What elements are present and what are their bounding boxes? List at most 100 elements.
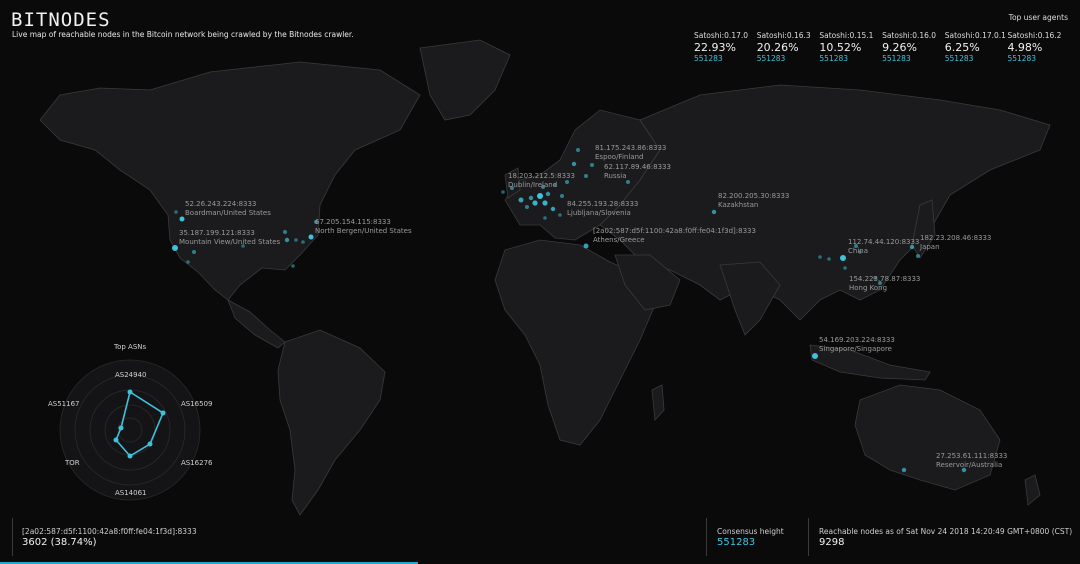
node-dot[interactable] [172,245,178,251]
node-label-dublin[interactable]: 18.203.212.5:8333 Dublin/Ireland [508,172,575,190]
node-dot[interactable] [840,255,846,261]
radar-point [127,453,133,459]
asn-label: AS24940 [115,371,147,379]
node-dot[interactable] [843,266,847,270]
radar-point [147,441,153,447]
bitnodes-logo[interactable]: BITNODES [11,9,111,31]
node-label-place: Dublin/Ireland [508,181,558,189]
node-label-place: North Bergen/United States [315,227,412,235]
node-label-address: [2a02:587:d5f:1100:42a8:f0ff:fe04:1f3d]:… [593,227,756,235]
user-agent-item[interactable]: Satoshi:0.17.0.1 6.25% 551283 [945,31,1008,63]
land-greenland [419,39,511,121]
node-dot[interactable] [174,210,178,214]
asn-label: AS14061 [115,489,147,497]
node-label-russia[interactable]: 62.117.89.46:8333 Russia [604,163,671,181]
node-dot[interactable] [294,238,298,242]
user-agent-percent: 10.52% [819,41,862,54]
node-label-espoo[interactable]: 81.175.243.86:8333 Espoo/Finland [595,144,666,162]
asn-label: AS16276 [181,459,213,467]
node-label-china[interactable]: 112.74.44.120:8333 China [848,238,919,256]
node-label-north-bergen[interactable]: 67.205.154.115:8333 North Bergen/United S… [315,218,412,236]
land-central-america [227,299,286,349]
node-dot[interactable] [583,243,589,249]
node-dot[interactable] [525,205,529,209]
node-label-ljubljana[interactable]: 84.255.193.28:8333 Ljubljana/Slovenia [567,200,638,218]
node-dot[interactable] [558,213,562,217]
radar-point [118,425,124,431]
node-dot[interactable] [827,257,831,261]
user-agent-percent: 20.26% [756,41,799,54]
node-dot[interactable] [571,161,577,167]
node-dot[interactable] [532,200,538,206]
node-dot[interactable] [584,174,588,178]
node-dot[interactable] [283,230,287,234]
node-label-athens[interactable]: [2a02:587:d5f:1100:42a8:f0ff:fe04:1f3d]:… [593,227,756,245]
node-label-hong-kong[interactable]: 154.223.78.87:8333 Hong Kong [849,275,920,293]
node-label-place: Singapore/Singapore [819,345,892,353]
node-label-place: Russia [604,172,627,180]
radar-point [160,410,166,416]
node-dot[interactable] [818,255,822,259]
node-label-place: Japan [920,243,940,251]
node-dot[interactable] [284,237,290,243]
user-agent-height: 551283 [694,54,723,63]
user-agent-item[interactable]: Satoshi:0.15.1 10.52% 551283 [819,31,882,63]
node-dot[interactable] [192,250,196,254]
node-dot[interactable] [542,200,548,206]
user-agent-item[interactable]: Satoshi:0.16.3 20.26% 551283 [757,31,820,63]
node-dot[interactable] [550,206,556,212]
node-dot[interactable] [301,240,305,244]
asn-label: AS16509 [181,400,213,408]
user-agent-item[interactable]: Satoshi:0.17.0 22.93% 551283 [694,31,757,63]
node-dot[interactable] [537,193,543,199]
user-agent-height: 551283 [756,54,786,63]
node-dot[interactable] [812,353,818,359]
node-label-place: China [848,247,868,255]
top-asns-title: Top ASNs [114,343,147,351]
user-agent-name: Satoshi:0.17.0 [694,31,749,40]
land-new-zealand [1024,474,1041,506]
node-dot[interactable] [711,209,717,215]
node-label-address: 67.205.154.115:8333 [315,218,391,226]
node-label-address: 82.200.205.30:8333 [718,192,790,200]
node-label-mountain-view[interactable]: 35.187.199.121:8333 Mountain View/United … [179,229,280,247]
node-label-place: Boardman/United States [185,209,271,217]
user-agent-height: 551283 [944,54,974,63]
node-label-singapore[interactable]: 54.169.203.224:8333 Singapore/Singapore [819,336,895,354]
node-dot[interactable] [186,260,190,264]
node-dot[interactable] [545,191,551,197]
node-dot[interactable] [501,190,505,194]
node-dot[interactable] [528,195,534,201]
asn-label: AS51167 [48,400,80,408]
node-dot[interactable] [291,264,295,268]
reachable-nodes-panel: Reachable nodes as of Sat Nov 24 2018 14… [808,518,1072,556]
node-label-address: 182.23.208.46:8333 [920,234,992,242]
user-agent-item[interactable]: Satoshi:0.16.2 4.98% 551283 [1007,31,1070,63]
node-dot[interactable] [590,163,594,167]
node-label-address: 18.203.212.5:8333 [508,172,575,180]
node-label-place: Reservoir/Australia [936,461,1003,469]
node-label-place: Espoo/Finland [595,153,644,161]
user-agent-name: Satoshi:0.16.2 [1007,31,1062,40]
node-label-japan[interactable]: 182.23.208.46:8333 Japan [920,234,991,252]
node-dot[interactable] [308,234,314,240]
node-dot[interactable] [576,148,580,152]
node-label-place: Hong Kong [849,284,888,292]
user-agent-percent: 4.98% [1007,41,1043,54]
node-dot[interactable] [518,197,524,203]
user-agent-height: 551283 [882,54,911,63]
user-agent-percent: 6.25% [944,41,980,54]
node-dot[interactable] [560,194,564,198]
node-dot[interactable] [901,467,907,473]
reachable-nodes-value: 9298 [819,537,845,548]
node-label-kazakhstan[interactable]: 82.200.205.30:8333 Kazakhstan [718,192,789,210]
node-label-boardman[interactable]: 52.26.243.224:8333 Boardman/United States [185,200,271,218]
node-label-reservoir[interactable]: 27.253.61.111:8333 Reservoir/Australia [936,452,1007,470]
user-agent-item[interactable]: Satoshi:0.16.0 9.26% 551283 [882,31,945,63]
node-label-address: 35.187.199.121:8333 [179,229,255,237]
node-dot[interactable] [543,216,547,220]
asn-label: TOR [65,459,80,467]
node-dot[interactable] [179,216,185,222]
node-label-address: 112.74.44.120:8333 [848,238,920,246]
consensus-height-label: Consensus height [717,527,784,536]
